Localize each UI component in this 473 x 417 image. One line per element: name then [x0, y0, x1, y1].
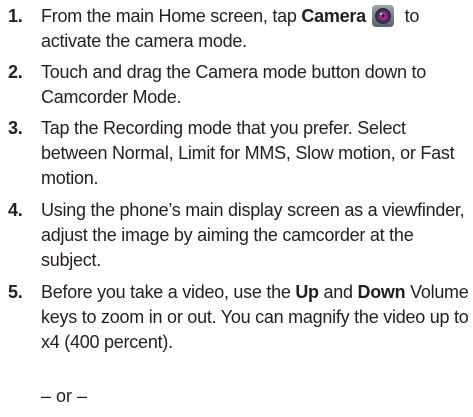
step-line: Camcorder Mode. [41, 87, 182, 107]
step-line: activate the camera mode. [41, 31, 247, 51]
step-number: 4. [8, 200, 23, 220]
down-bold-term: Down [357, 282, 406, 302]
step-line: motion. [41, 168, 99, 188]
step-text: to [399, 6, 420, 26]
step-number: 3. [8, 118, 23, 138]
step-text: Volume [405, 282, 469, 302]
step-text: and [318, 282, 358, 302]
step-line: between Normal, Limit for MMS, Slow moti… [41, 143, 455, 163]
step-line: Using the phone’s main display screen as… [41, 200, 465, 220]
up-bold-term: Up [295, 282, 319, 302]
step-line: adjust the image by aiming the camcorder… [41, 225, 414, 245]
camera-app-icon [371, 5, 394, 27]
step-line: keys to zoom in or out. You can magnify … [41, 307, 469, 327]
or-separator: – or – [41, 386, 88, 406]
step-number: 2. [8, 62, 23, 82]
step-number: 5. [8, 282, 23, 302]
step-number: 1. [8, 6, 23, 26]
step-line: Before you take a video, use the Up and … [41, 280, 469, 304]
camera-bold-term: Camera [301, 6, 366, 26]
step-line: x4 (400 percent). [41, 332, 173, 352]
step-text: Before you take a video, use the [41, 282, 296, 302]
step-text: From the main Home screen, tap [41, 6, 302, 26]
manual-page: 1. From the main Home screen, tap Camera… [0, 0, 473, 417]
step-line: subject. [41, 250, 102, 270]
step-line: Touch and drag the Camera mode button do… [41, 62, 427, 82]
step-line: From the main Home screen, tap Camera to [41, 4, 419, 28]
step-line: Tap the Recording mode that you prefer. … [41, 118, 406, 138]
